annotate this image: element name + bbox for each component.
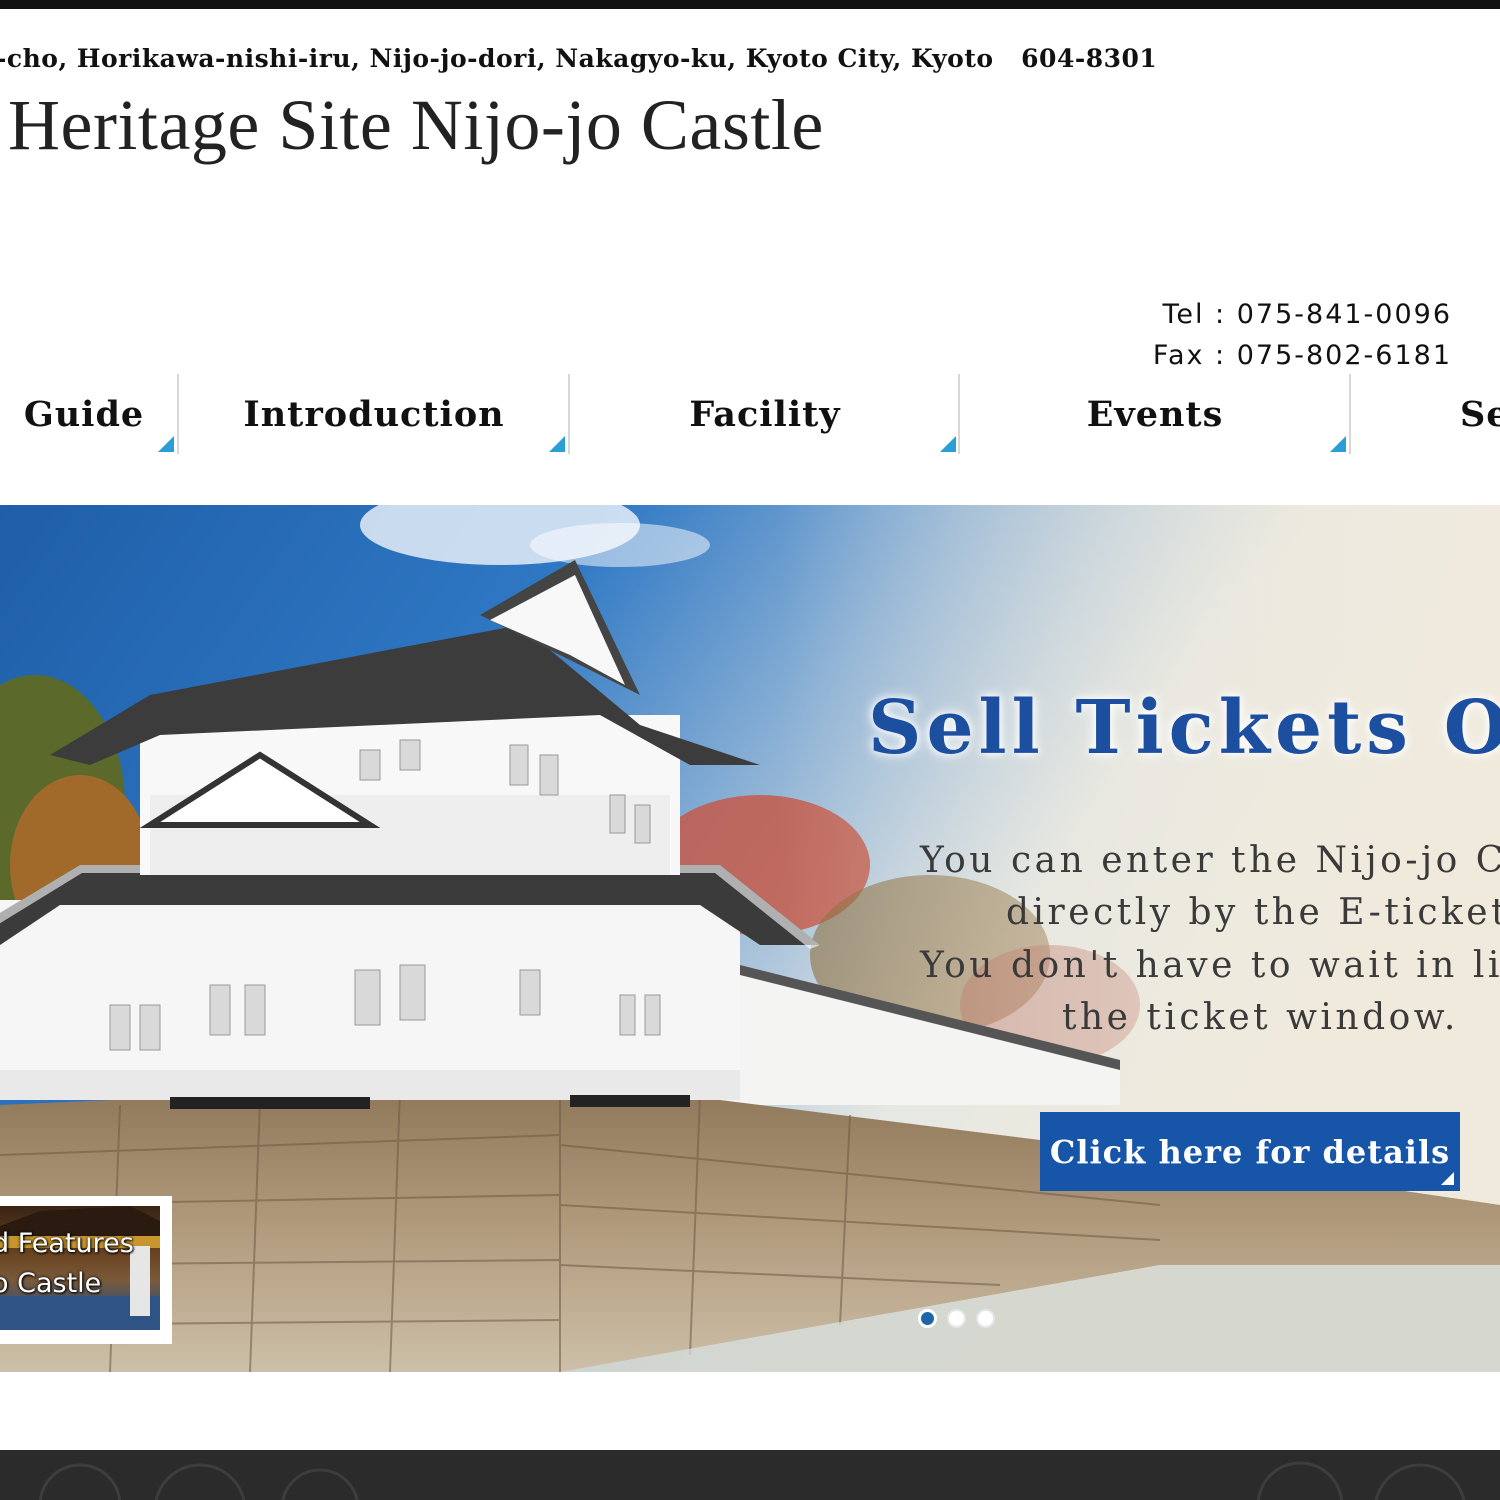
corner-triangle-icon — [158, 436, 174, 452]
hero-text-line: You can enter the Nijo-jo Ca — [920, 840, 1500, 881]
slide-dot-1[interactable] — [918, 1309, 937, 1328]
tel-text: Tel : 075-841-0096 — [1162, 299, 1452, 330]
details-button[interactable]: Click here for details — [1040, 1112, 1460, 1191]
hero-text-line: directly by the E-ticket. — [1006, 892, 1500, 933]
nav-item-guide[interactable]: Guide — [0, 374, 178, 454]
slide-dot-3[interactable] — [976, 1309, 995, 1328]
nav-item-facility[interactable]: Facility — [570, 374, 960, 454]
main-nav: Guide Introduction Facility Events Se — [0, 374, 1500, 454]
hero-banner[interactable]: Sell Tickets Onl You can enter the Nijo-… — [0, 505, 1500, 1372]
corner-triangle-icon — [549, 436, 565, 452]
address-text: -cho, Horikawa-nishi-iru, Nijo-jo-dori, … — [0, 44, 1158, 73]
corner-triangle-icon — [1330, 436, 1346, 452]
footer-band — [0, 1450, 1500, 1500]
nav-item-label: Events — [1086, 393, 1224, 435]
nav-item-label: Facility — [689, 393, 841, 435]
site-title[interactable]: Heritage Site Nijo-jo Castle — [8, 84, 824, 167]
slide-dot-2[interactable] — [947, 1309, 966, 1328]
nav-item-partial[interactable]: Se — [1351, 374, 1500, 454]
contact-info: Tel : 075-841-0096 Fax : 075-802-6181 — [1153, 294, 1452, 376]
features-card-image: d Features o Castle — [0, 1206, 160, 1330]
corner-triangle-icon — [1441, 1172, 1454, 1185]
fax-text: Fax : 075-802-6181 — [1152, 340, 1452, 371]
details-button-label: Click here for details — [1049, 1132, 1451, 1171]
nav-item-label: Guide — [23, 393, 145, 435]
features-card-subtitle: o Castle — [0, 1268, 102, 1299]
nav-item-introduction[interactable]: Introduction — [179, 374, 569, 454]
hero-text-line: You don't have to wait in lin — [920, 945, 1500, 986]
nav-item-label: Introduction — [243, 393, 505, 435]
nav-item-events[interactable]: Events — [960, 374, 1350, 454]
top-border — [0, 0, 1500, 9]
nav-item-label: Se — [1460, 393, 1500, 435]
hero-title: Sell Tickets Onl — [868, 685, 1500, 771]
castle-illustration — [0, 505, 1500, 1372]
slide-indicators — [918, 1309, 995, 1328]
features-card[interactable]: d Features o Castle — [0, 1196, 172, 1344]
hero-text-line: the ticket window. — [1062, 997, 1459, 1038]
corner-triangle-icon — [940, 436, 956, 452]
features-card-title: d Features — [0, 1228, 134, 1259]
wave-pattern — [38, 1461, 1466, 1500]
